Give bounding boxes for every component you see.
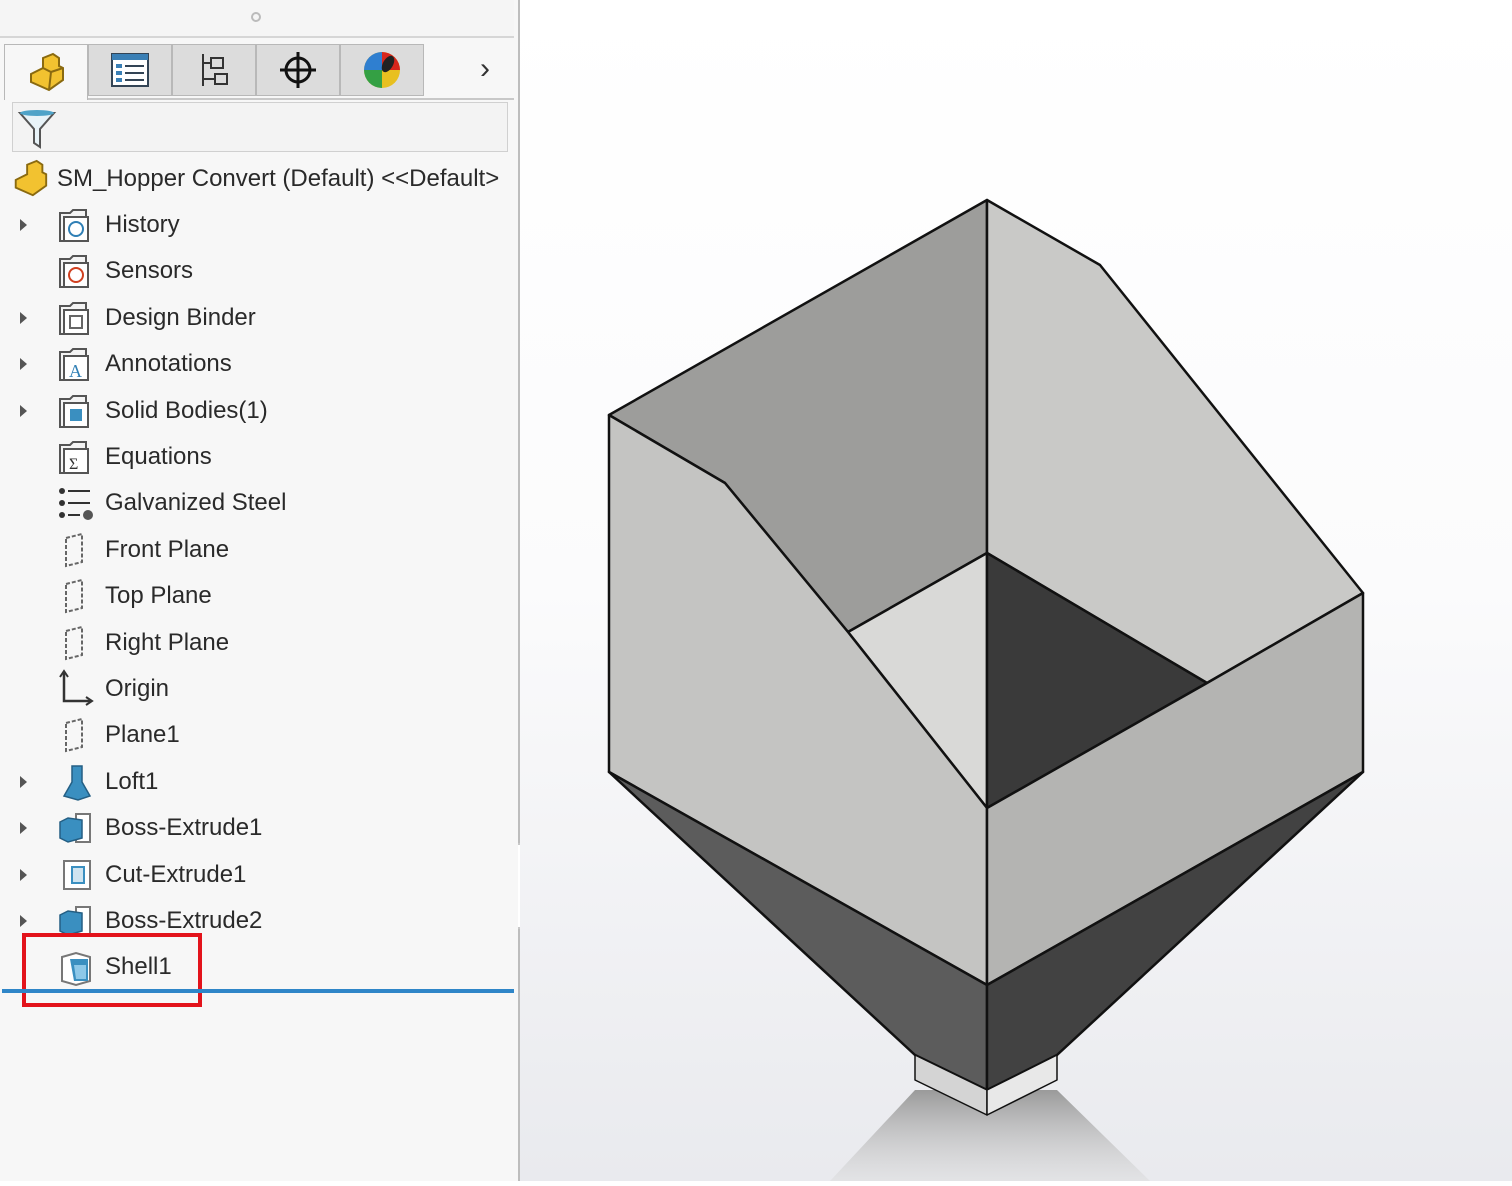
plane-icon	[56, 576, 96, 616]
tree-item-label: Equations	[105, 443, 212, 471]
configuration-icon	[197, 50, 231, 90]
plane-icon	[56, 623, 96, 663]
tree-root-part[interactable]: SM_Hopper Convert (Default) <<Default>	[0, 157, 514, 201]
part-name: SM_Hopper Convert (Default) <<Default>	[57, 165, 512, 193]
tab-display-manager[interactable]	[340, 44, 424, 96]
tree-item-label: Top Plane	[105, 582, 212, 610]
origin-icon	[56, 669, 96, 709]
svg-text:A: A	[69, 361, 82, 381]
tree-item-label: Sensors	[105, 257, 193, 285]
manager-tabs: ›	[4, 44, 514, 100]
appearance-ball-icon	[362, 50, 402, 90]
splitter-grip[interactable]	[251, 12, 261, 22]
tree-item-label: Annotations	[105, 350, 232, 378]
tree-item-label: Origin	[105, 675, 169, 703]
loft-icon	[56, 762, 96, 802]
tree-item-boss-extrude1[interactable]: Boss-Extrude1	[0, 806, 514, 850]
equations-folder-icon: Σ	[56, 437, 96, 477]
expand-arrow-icon[interactable]	[20, 776, 27, 788]
tree-item-plane1[interactable]: Plane1	[0, 713, 514, 757]
filter-icon	[17, 107, 57, 151]
property-list-icon	[110, 52, 150, 88]
tree-item-label: Boss-Extrude2	[105, 907, 262, 935]
tab-property-manager[interactable]	[88, 44, 172, 96]
tree-item-solid-bodies-1[interactable]: Solid Bodies(1)	[0, 389, 514, 433]
tree-item-label: Solid Bodies(1)	[105, 397, 268, 425]
tree-item-origin[interactable]: Origin	[0, 667, 514, 711]
tree-item-right-plane[interactable]: Right Plane	[0, 621, 514, 665]
material-icon	[56, 483, 96, 523]
expand-arrow-icon[interactable]	[20, 405, 27, 417]
plane-icon	[56, 530, 96, 570]
tab-dimxpert-manager[interactable]	[256, 44, 340, 96]
tree-item-sensors[interactable]: Sensors	[0, 249, 514, 293]
tree-item-label: History	[105, 211, 180, 239]
tree-item-top-plane[interactable]: Top Plane	[0, 574, 514, 618]
history-folder-icon	[56, 205, 96, 245]
part-icon	[25, 52, 67, 94]
tree-item-front-plane[interactable]: Front Plane	[0, 528, 514, 572]
tree-item-label: Cut-Extrude1	[105, 861, 246, 889]
feature-manager-panel: › SM_Hopper Convert (Default) <<Default>…	[0, 0, 520, 1181]
tree-item-label: Loft1	[105, 768, 158, 796]
svg-text:Σ: Σ	[69, 456, 78, 473]
more-tabs-chevron[interactable]: ›	[480, 52, 490, 86]
tree-item-equations[interactable]: Σ Equations	[0, 435, 514, 479]
design-binder-folder-icon	[56, 298, 96, 338]
panel-top-strip	[0, 0, 514, 38]
part-icon	[10, 159, 50, 199]
sensors-folder-icon	[56, 251, 96, 291]
tree-item-cut-extrude1[interactable]: Cut-Extrude1	[0, 853, 514, 897]
expand-arrow-icon[interactable]	[20, 822, 27, 834]
expand-arrow-icon[interactable]	[20, 915, 27, 927]
tree-item-label: Right Plane	[105, 629, 229, 657]
expand-arrow-icon[interactable]	[20, 219, 27, 231]
highlight-box	[22, 933, 202, 1007]
expand-arrow-icon[interactable]	[20, 312, 27, 324]
boss-extrude-icon	[56, 808, 96, 848]
tree-item-label: Design Binder	[105, 304, 256, 332]
tree-item-label: Galvanized Steel	[105, 489, 286, 517]
crosshair-icon	[278, 50, 318, 90]
expand-arrow-icon[interactable]	[20, 358, 27, 370]
tab-configuration-manager[interactable]	[172, 44, 256, 96]
rollback-bar[interactable]	[2, 989, 514, 993]
solid-bodies-folder-icon	[56, 391, 96, 431]
tree-item-design-binder[interactable]: Design Binder	[0, 296, 514, 340]
tree-item-label: Boss-Extrude1	[105, 814, 262, 842]
cut-extrude-icon	[56, 855, 96, 895]
plane-icon	[56, 715, 96, 755]
tab-feature-manager[interactable]	[4, 44, 88, 100]
hopper-model	[520, 0, 1512, 1181]
graphics-area[interactable]	[520, 0, 1512, 1181]
tree-filter-box[interactable]	[12, 102, 508, 152]
tree-item-annotations[interactable]: A Annotations	[0, 342, 514, 386]
tree-item-history[interactable]: History	[0, 203, 514, 247]
tree-item-loft1[interactable]: Loft1	[0, 760, 514, 804]
annotations-folder-icon: A	[56, 344, 96, 384]
expand-arrow-icon[interactable]	[20, 869, 27, 881]
tree-item-galvanized-steel[interactable]: Galvanized Steel	[0, 481, 514, 525]
tree-item-label: Plane1	[105, 721, 180, 749]
tree-item-label: Front Plane	[105, 536, 229, 564]
